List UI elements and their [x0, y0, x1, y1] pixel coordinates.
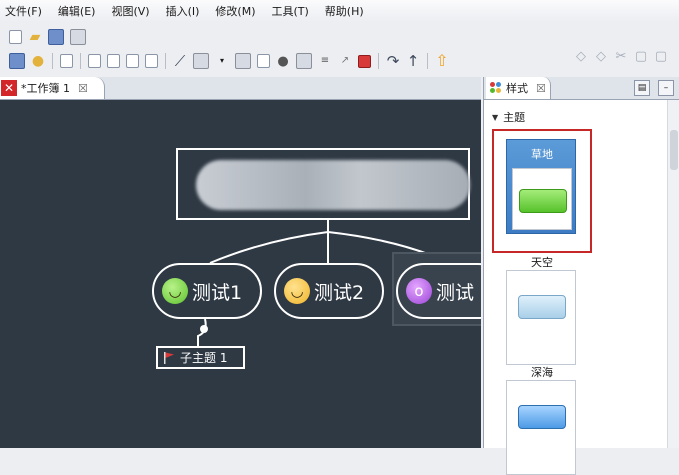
tab-workbook-1[interactable]: ✕ *工作簿 1 ☒: [0, 77, 105, 99]
style-card-sky[interactable]: 天空: [506, 256, 576, 365]
green-pill-swatch: [519, 189, 567, 213]
undo-arrow-icon[interactable]: ↷: [386, 53, 400, 68]
subtopic-1[interactable]: 子主题 1: [156, 346, 245, 369]
label-icon[interactable]: ↗: [338, 54, 352, 68]
summary-icon[interactable]: [296, 53, 312, 69]
panel-tab-bar: 样式 ☒ ▤ –: [484, 77, 679, 100]
subtopic-icon[interactable]: [88, 54, 101, 68]
style-name: 深海: [531, 366, 553, 379]
section-title: 主题: [503, 111, 526, 124]
sea-pill-swatch: [518, 405, 566, 429]
toolbar-right: ◇ ◇ ✂ ▢ ▢: [571, 49, 671, 63]
red-flag-icon: [164, 351, 174, 364]
callout-icon[interactable]: [145, 54, 158, 68]
style-list: 草地 天空 深海: [484, 127, 668, 475]
surprised-icon: o: [406, 278, 432, 304]
panel-toolbar: ▤ –: [626, 80, 674, 96]
back-icon[interactable]: ◇: [574, 49, 588, 63]
style-palette-icon: [490, 82, 502, 94]
close-icon[interactable]: ☒: [78, 82, 88, 95]
dropdown-icon[interactable]: ▾: [215, 54, 229, 68]
redo-arrow-icon[interactable]: ↑: [406, 53, 420, 68]
menu-file[interactable]: 文件(F): [0, 3, 47, 19]
smiley-icon: ◡: [162, 278, 188, 304]
toolbar-separator: [165, 53, 166, 69]
mindmap-canvas[interactable]: ◡ 测试1 ◡ 测试2 o 测试 子主题 1: [0, 100, 481, 448]
sky-pill-swatch: [518, 295, 566, 319]
style-panel: 样式 ☒ ▤ – ▼ 主题 草地 天空 深海: [483, 77, 679, 475]
toolbar-separator: [378, 53, 379, 69]
style-name: 天空: [531, 256, 553, 269]
cut-icon[interactable]: ✂: [614, 49, 628, 63]
open-folder-icon[interactable]: ▰: [28, 30, 42, 44]
menu-tools[interactable]: 工具(T): [266, 3, 313, 19]
new-file-icon[interactable]: [9, 30, 22, 44]
idea-bulb-icon[interactable]: ●: [31, 54, 45, 68]
toolbar-row-2: ● ⟋ ▾ ● ≡ ↗ ↷ ↑ ⇧: [6, 50, 452, 72]
tab-label: *工作簿 1: [21, 82, 70, 95]
relationship-icon[interactable]: ⟋: [173, 53, 187, 68]
copy-icon[interactable]: ▢: [634, 49, 648, 63]
section-theme[interactable]: ▼ 主题: [492, 109, 525, 125]
style-card-deep-sea[interactable]: 深海: [506, 366, 576, 475]
central-topic[interactable]: [176, 148, 470, 220]
toolbar-separator: [52, 53, 53, 69]
subtopic-label: 子主题 1: [180, 351, 228, 365]
tab-style[interactable]: 样式 ☒: [486, 77, 551, 99]
drill-up-icon[interactable]: ⇧: [435, 53, 449, 69]
forward-icon[interactable]: ◇: [594, 49, 608, 63]
toolbar-row-1: ▰: [6, 26, 89, 48]
stop-icon[interactable]: [358, 54, 371, 68]
scrollbar-thumb[interactable]: [670, 130, 678, 170]
topic-before-icon[interactable]: [107, 54, 120, 68]
menu-modify[interactable]: 修改(M): [210, 3, 260, 19]
collapse-triangle-icon[interactable]: ▼: [492, 113, 498, 122]
view-menu-icon[interactable]: ▤: [634, 80, 650, 96]
style-name: 草地: [531, 148, 553, 161]
menu-bar: 文件(F) 编辑(E) 视图(V) 插入(I) 修改(M) 工具(T) 帮助(H…: [0, 0, 679, 22]
topic-label: 测试2: [314, 281, 365, 304]
xmind-logo-icon: ✕: [1, 80, 17, 96]
boundary-icon[interactable]: [235, 53, 251, 69]
topic-label: 测试1: [192, 281, 243, 304]
tab-label: 样式: [506, 82, 528, 95]
marker-icon[interactable]: ●: [276, 54, 290, 68]
menu-insert[interactable]: 插入(I): [161, 3, 205, 19]
editor-tab-bar: ✕ *工作簿 1 ☒: [0, 77, 481, 100]
menu-edit[interactable]: 编辑(E): [53, 3, 101, 19]
central-topic-blurred-text: [196, 160, 470, 210]
note-icon[interactable]: [257, 54, 270, 68]
topic-icon[interactable]: [9, 53, 25, 69]
main-topic-2[interactable]: ◡ 测试2: [274, 263, 384, 319]
export-icon[interactable]: [60, 54, 73, 68]
toolbar: ▰ ● ⟋ ▾ ● ≡ ↗ ↷ ↑ ⇧ ◇ ◇ ✂ ▢ ▢: [0, 23, 679, 75]
minimize-icon[interactable]: –: [658, 80, 674, 96]
image-icon[interactable]: [193, 53, 209, 69]
print-icon[interactable]: [70, 29, 86, 45]
toolbar-separator: [80, 53, 81, 69]
style-preview: [512, 168, 572, 230]
menu-help[interactable]: 帮助(H): [320, 3, 369, 19]
paste-icon[interactable]: ▢: [654, 49, 668, 63]
style-card-grassland[interactable]: 草地: [506, 139, 576, 234]
save-icon[interactable]: [48, 29, 64, 45]
main-topic-1[interactable]: ◡ 测试1: [152, 263, 262, 319]
topic-label: 测试: [436, 281, 475, 304]
laugh-icon: ◡: [284, 278, 310, 304]
panel-scrollbar[interactable]: [667, 100, 679, 448]
close-icon[interactable]: ☒: [536, 82, 546, 95]
topic-after-icon[interactable]: [126, 54, 139, 68]
align-icon[interactable]: ≡: [318, 54, 332, 68]
menu-view[interactable]: 视图(V): [106, 3, 154, 19]
main-topic-3[interactable]: o 测试: [396, 263, 481, 319]
toolbar-separator: [427, 53, 428, 69]
